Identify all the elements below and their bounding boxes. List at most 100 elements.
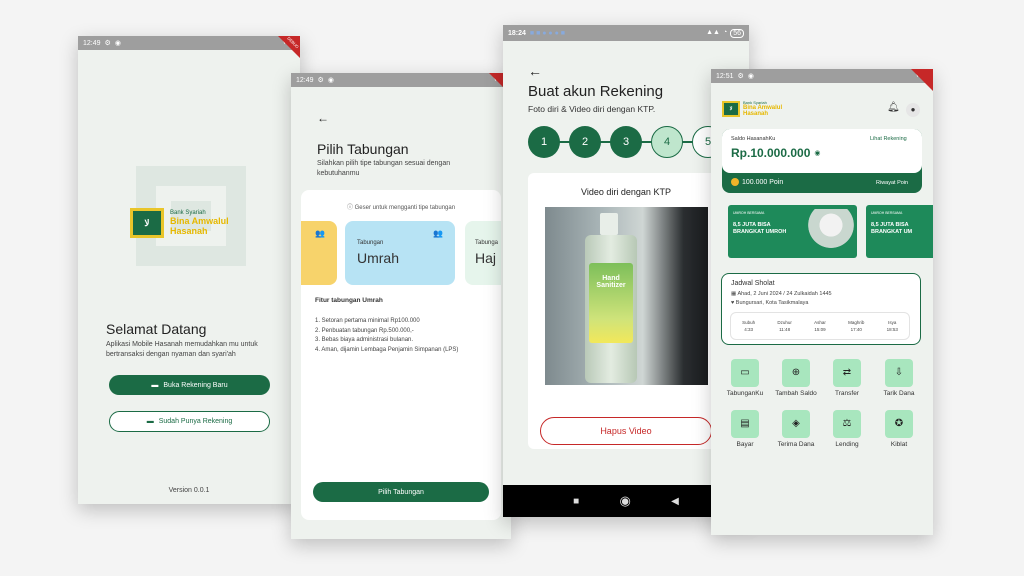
prayer-location-text: Bungursari, Kota Tasikmalaya bbox=[735, 300, 809, 306]
savings-panel: ⓘ Geser untuk mengganti tipe tabungan 👥 … bbox=[301, 190, 501, 520]
step-3[interactable]: 3 bbox=[610, 126, 642, 158]
step-2[interactable]: 2 bbox=[569, 126, 601, 158]
card-icon: ▬ bbox=[151, 381, 159, 389]
menu-label: Bayar bbox=[736, 441, 754, 448]
balance-card: Saldo HasanahKu Lihat Rekening Rp.10.000… bbox=[722, 129, 922, 193]
delete-video-button[interactable]: Hapus Video bbox=[540, 417, 712, 445]
bell-icon[interactable]: 🔔︎ bbox=[887, 102, 900, 113]
features-list: 1. Setoran pertama minimal Rp100.000 2. … bbox=[315, 317, 495, 355]
points-history-link[interactable]: Riwayat Poin bbox=[876, 180, 908, 186]
open-account-label: Buka Rekening Baru bbox=[163, 381, 228, 389]
wifi-icon: ◔ bbox=[722, 28, 728, 36]
prayer-title: Jadwal Sholat bbox=[731, 280, 775, 287]
coin-icon bbox=[731, 178, 739, 186]
view-account-link[interactable]: Lihat Rekening bbox=[870, 136, 907, 142]
debug-banner: DEBUG bbox=[278, 36, 300, 58]
compass-icon: ✪ bbox=[885, 410, 913, 438]
promo-banner[interactable]: UMROH BERSAMA 8,5 JUTA BISA BRANGKAT UMR… bbox=[728, 205, 857, 258]
prayer-name: Subuh bbox=[742, 320, 756, 325]
prayer-card: Jadwal Sholat ▦ Ahad, 2 Juni 2024 / 24 Z… bbox=[721, 273, 921, 345]
savings-card-umrah[interactable]: 👥 Tabungan Umrah bbox=[345, 221, 455, 285]
notification-icon: ◉ bbox=[114, 40, 121, 47]
prayer-times: Subuh 4:33 Dzuhur 11:48 Ashar 15:09 Magh… bbox=[730, 312, 910, 340]
status-bar: 12:49 ⚙ ◉ ▼▮ bbox=[291, 73, 511, 87]
bottle-text-2: Sanitizer bbox=[596, 282, 626, 289]
signal-icon: ▲▲ bbox=[706, 28, 720, 36]
prayer-item: Maghrib 17:40 bbox=[848, 319, 864, 333]
menu-lending[interactable]: ⚖ Lending bbox=[827, 410, 867, 448]
phone-welcome: 12:49 ⚙ ◉ ▼ ▮ DEBUG لا Bank Syariah Bina … bbox=[78, 36, 300, 504]
status-bar: 12:51 ⚙ ◉ ▼ ▮ bbox=[711, 69, 933, 83]
menu-terima-dana[interactable]: ◈ Terima Dana bbox=[772, 410, 820, 448]
savings-card-label: Tabungan bbox=[357, 240, 384, 246]
menu-label: Kiblat bbox=[890, 441, 908, 448]
savings-card-next-label: Tabunga bbox=[475, 240, 499, 246]
menu-transfer[interactable]: ⇄ Transfer bbox=[827, 359, 867, 397]
open-account-button[interactable]: ▬ Buka Rekening Baru bbox=[109, 375, 270, 395]
phone-choose-savings: 12:49 ⚙ ◉ ▼▮ ← Pilih Tabungan Silahkan p… bbox=[291, 73, 511, 539]
back-arrow-icon[interactable]: ← bbox=[317, 111, 329, 125]
feature-item: 1. Setoran pertama minimal Rp100.000 bbox=[315, 318, 420, 324]
feature-item: 2. Penbuatan tabungan Rp.500.000,- bbox=[315, 327, 414, 334]
promo-banner-next[interactable]: UMROH BERSAMA 8,5 JUTA BISA BRANGKAT UM bbox=[866, 205, 933, 258]
choose-savings-button[interactable]: Pilih Tabungan bbox=[313, 482, 489, 502]
wallet-icon: ▭ bbox=[731, 359, 759, 387]
profile-icon[interactable]: ● bbox=[906, 103, 920, 117]
prayer-item: Isya 18:53 bbox=[887, 319, 898, 333]
app-notification-icons: ■ ■ ● ● ● ■ bbox=[529, 29, 565, 37]
debug-banner bbox=[911, 69, 933, 91]
existing-account-label: Sudah Punya Rekening bbox=[158, 418, 233, 425]
menu-tambah-saldo[interactable]: ⊕ Tambah Saldo bbox=[772, 359, 820, 397]
menu-tarik-dana[interactable]: ⇩ Tarik Dana bbox=[878, 359, 920, 397]
page-subtitle: Foto diri & Video diri dengan KTP. bbox=[528, 104, 656, 114]
menu-label: TabunganKu bbox=[726, 390, 764, 397]
menu-label: Lending bbox=[835, 441, 859, 448]
notification-icon: ◉ bbox=[327, 77, 334, 84]
status-bar: 12:49 ⚙ ◉ ▼▮ bbox=[78, 36, 300, 50]
step-4[interactable]: 4 bbox=[651, 126, 683, 158]
recent-apps-icon[interactable]: ■ bbox=[573, 496, 579, 507]
banner-small-text: UMROH BERSAMA bbox=[733, 211, 765, 215]
menu-tabunganku[interactable]: ▭ TabunganKu bbox=[725, 359, 765, 397]
menu-label: Tambah Saldo bbox=[775, 390, 817, 397]
video-title: Video diri dengan KTP bbox=[581, 187, 671, 197]
prayer-time: 17:40 bbox=[850, 327, 862, 332]
transfer-icon: ⇄ bbox=[833, 359, 861, 387]
home-icon[interactable]: ◉ bbox=[619, 493, 630, 509]
prayer-time: 11:48 bbox=[779, 327, 791, 332]
existing-account-button[interactable]: ▬ Sudah Punya Rekening bbox=[109, 411, 270, 432]
back-arrow-icon[interactable]: ← bbox=[528, 63, 542, 79]
bottle-cap bbox=[600, 213, 618, 235]
banner-headline-2: BRANGKAT UMROH bbox=[733, 229, 787, 235]
feature-item: 4. Aman, dijamin Lembaga Penjamin Simpan… bbox=[315, 346, 459, 353]
prayer-name: Isya bbox=[888, 320, 897, 325]
phone-home: 12:51 ⚙ ◉ ▼ ▮ لا Bank Syariah Bina Amwalu… bbox=[711, 69, 933, 535]
feature-item: 3. Bebas biaya administrasi bulanan. bbox=[315, 337, 414, 343]
location-pin-icon: ♥ bbox=[731, 300, 735, 306]
calendar-icon: ▦ bbox=[731, 291, 737, 297]
points-row: 100.000 Poin bbox=[731, 178, 783, 186]
step-1[interactable]: 1 bbox=[528, 126, 560, 158]
prayer-item: Dzuhur 11:48 bbox=[777, 319, 792, 333]
status-time: 12:49 bbox=[83, 39, 101, 47]
choose-savings-label: Pilih Tabungan bbox=[378, 488, 424, 496]
balance-label: Saldo HasanahKu bbox=[731, 136, 776, 142]
prayer-item: Subuh 4:33 bbox=[742, 319, 755, 333]
status-bar: 18:24 ■ ■ ● ● ● ■ ▲▲ ◔ 56 bbox=[503, 25, 749, 41]
status-time: 12:51 bbox=[716, 72, 734, 80]
eye-icon[interactable]: ◉ bbox=[814, 149, 820, 157]
video-preview[interactable]: Hand Sanitizer bbox=[545, 207, 708, 385]
prayer-item: Ashar 15:09 bbox=[814, 319, 826, 333]
menu-label: Transfer bbox=[835, 390, 859, 397]
balance-inner: Saldo HasanahKu Lihat Rekening Rp.10.000… bbox=[722, 129, 922, 173]
banner-headline-2: BRANGKAT UM bbox=[871, 229, 913, 235]
lending-icon: ⚖ bbox=[833, 410, 861, 438]
menu-bayar[interactable]: ▤ Bayar bbox=[725, 410, 765, 448]
savings-card-next[interactable]: Tabunga Haj bbox=[465, 221, 501, 285]
savings-card-prev[interactable]: 👥 bbox=[301, 221, 337, 285]
menu-kiblat[interactable]: ✪ Kiblat bbox=[878, 410, 920, 448]
version-text: Version 0.0.1 bbox=[168, 487, 210, 494]
prayer-name: Maghrib bbox=[848, 320, 865, 325]
prayer-name: Dzuhur bbox=[777, 320, 792, 325]
back-icon[interactable]: ◀ bbox=[671, 496, 679, 507]
